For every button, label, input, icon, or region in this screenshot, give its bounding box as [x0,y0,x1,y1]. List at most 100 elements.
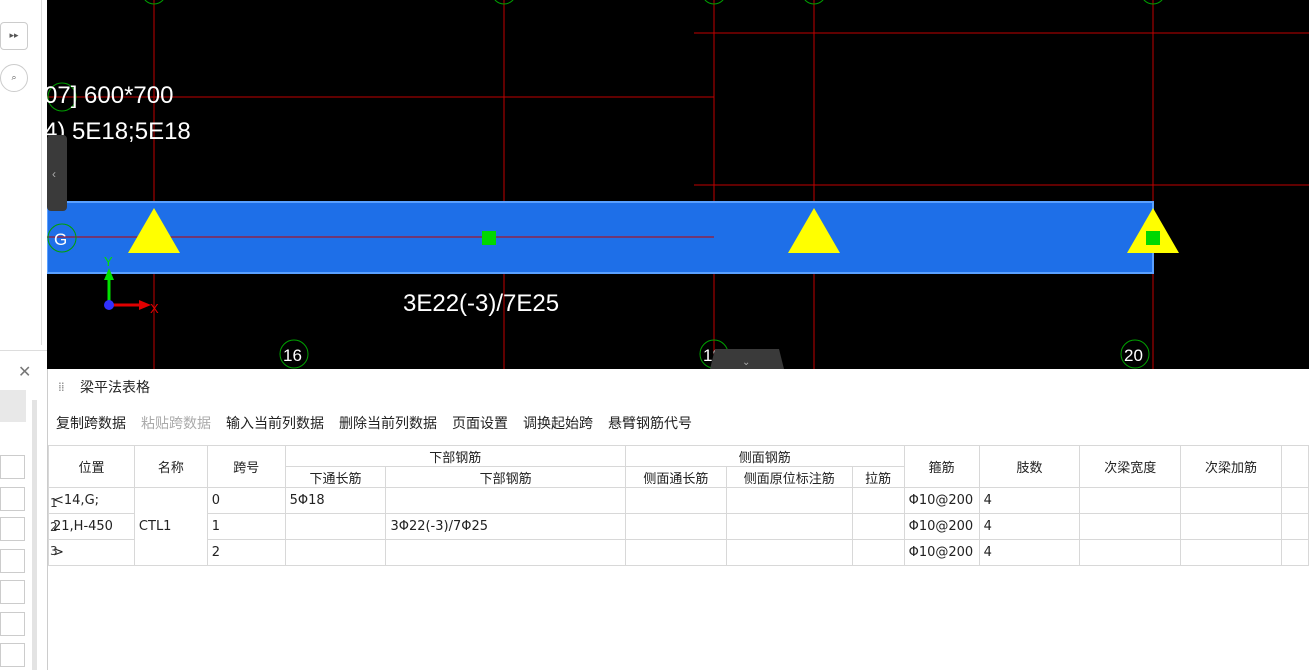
col-side-annot[interactable]: 侧面原位标注筋 [725,466,853,488]
drag-handle-icon[interactable]: ⁞⁞ [58,380,65,394]
cell[interactable] [851,513,905,540]
cell[interactable] [1180,539,1282,566]
cell[interactable] [1079,539,1182,566]
col-stirrup[interactable]: 箍筋 [903,445,980,488]
search-icon[interactable]: ⌕ [0,64,28,92]
cantilever-code-button[interactable]: 悬臂钢筋代号 [608,413,692,433]
copy-span-button[interactable]: 复制跨数据 [56,413,126,433]
cell[interactable] [624,513,727,540]
swap-start-span-button[interactable]: 调换起始跨 [523,413,593,433]
col-tie[interactable]: 拉筋 [851,466,905,488]
property-field[interactable] [0,643,25,667]
property-field[interactable] [0,487,25,511]
delete-column-button[interactable]: 删除当前列数据 [339,413,437,433]
drawing-canvas[interactable]: G 16 18 20 07] 600*700 4) 5E18;5E18 3E22… [47,0,1309,369]
property-field[interactable] [0,549,25,573]
cell[interactable] [1180,513,1282,540]
cell[interactable] [1280,539,1309,566]
property-field[interactable] [0,612,25,636]
cell-legs[interactable]: 4 [978,539,1081,566]
cell-bottom-through[interactable]: 5Φ18 [284,487,387,514]
cell-bottom-through[interactable] [284,513,387,540]
scrollbar[interactable] [32,400,37,670]
panel-title: 梁平法表格 [80,380,150,396]
row-number: 1 [50,496,58,510]
table-row[interactable]: > 2 Φ10@200 4 [48,539,1309,566]
col-bottom-group: 下部钢筋 [284,445,626,467]
col-side-through[interactable]: 侧面通长筋 [624,466,727,488]
beam-table: 位置 名称 跨号 下部钢筋 侧面钢筋 箍筋 肢数 次梁宽度 次梁加筋 下通长筋 … [48,445,1309,566]
cell[interactable] [725,539,853,566]
cell[interactable] [624,539,727,566]
cell[interactable] [1280,487,1309,514]
col-span[interactable]: 跨号 [206,445,286,488]
cell-position[interactable]: > [48,539,135,566]
row-number: 2 [50,520,58,534]
col-extra [1280,445,1309,488]
property-field[interactable] [0,580,25,604]
cell-bottom-through[interactable] [284,539,387,566]
cell-bottom-rebar[interactable] [385,539,626,566]
cell-position[interactable]: 21,H-450 [48,513,135,540]
col-bottom-rebar[interactable]: 下部钢筋 [385,466,626,488]
paste-span-button[interactable]: 粘贴跨数据 [141,413,211,433]
cell[interactable] [624,487,727,514]
col-legs[interactable]: 肢数 [978,445,1081,488]
col-name[interactable]: 名称 [133,445,208,488]
page-setup-button[interactable]: 页面设置 [452,413,508,433]
col-sec-add[interactable]: 次梁加筋 [1180,445,1282,488]
cell[interactable] [725,487,853,514]
node-marker [482,231,496,245]
divider [41,0,42,345]
cell-bottom-rebar[interactable]: 3Φ22(-3)/7Φ25 [385,513,626,540]
cell-span[interactable]: 0 [206,487,286,514]
bottom-rebar-label: 3E22(-3)/7E25 [403,290,559,317]
beam-size-label: 07] 600*700 [47,82,173,109]
axis-label-16: 16 [283,346,302,365]
cell[interactable] [1079,487,1182,514]
ucs-x-label: X [150,301,159,316]
col-bottom-through[interactable]: 下通长筋 [284,466,387,488]
collapse-tab [47,135,67,211]
cell-bottom-rebar[interactable] [385,487,626,514]
cell[interactable] [1180,487,1282,514]
left-panel: ▸▸ ⌕ ✕ [0,0,47,670]
input-column-button[interactable]: 输入当前列数据 [226,413,324,433]
axis-label-g: G [54,230,67,249]
cell-name[interactable]: CTL1 [133,487,208,566]
beam-rebar-label: 4) 5E18;5E18 [47,118,191,145]
divider [0,350,47,351]
col-position[interactable]: 位置 [48,445,135,488]
property-field[interactable] [0,455,25,479]
cell-legs[interactable]: 4 [978,513,1081,540]
axis-label-20: 20 [1124,346,1143,365]
row-number: 3 [50,544,58,558]
chevron-down-icon: ⌄ [742,357,750,368]
col-side-group: 侧面钢筋 [624,445,905,467]
close-icon[interactable]: ✕ [18,362,31,381]
expand-icon[interactable]: ▸▸ [0,22,28,50]
col-sec-width[interactable]: 次梁宽度 [1079,445,1182,488]
cell[interactable] [851,539,905,566]
ucs-y-label: Y [104,254,113,269]
cell-stirrup[interactable]: Φ10@200 [903,513,980,540]
panel-header-cell [0,390,26,422]
table-row[interactable]: <14,G; CTL1 0 5Φ18 Φ10@200 4 [48,487,1309,566]
node-marker [1146,231,1160,245]
cell-legs[interactable]: 4 [978,487,1081,514]
cell[interactable] [1280,513,1309,540]
cell-stirrup[interactable]: Φ10@200 [903,539,980,566]
toolbar: 复制跨数据 粘贴跨数据 输入当前列数据 删除当前列数据 页面设置 调换起始跨 悬… [56,413,707,433]
chevron-left-icon: ‹ [52,167,56,181]
cell[interactable] [725,513,853,540]
cell-stirrup[interactable]: Φ10@200 [903,487,980,514]
property-field[interactable] [0,517,25,541]
cell-position[interactable]: <14,G; [48,487,135,514]
ucs-origin [104,300,114,310]
cell[interactable] [851,487,905,514]
cell-span[interactable]: 2 [206,539,286,566]
table-row[interactable]: 21,H-450 1 3Φ22(-3)/7Φ25 Φ10@200 4 [48,513,1309,540]
beam-table-panel: ⁞⁞ 梁平法表格 复制跨数据 粘贴跨数据 输入当前列数据 删除当前列数据 页面设… [47,369,1309,670]
cell-span[interactable]: 1 [206,513,286,540]
cell[interactable] [1079,513,1182,540]
